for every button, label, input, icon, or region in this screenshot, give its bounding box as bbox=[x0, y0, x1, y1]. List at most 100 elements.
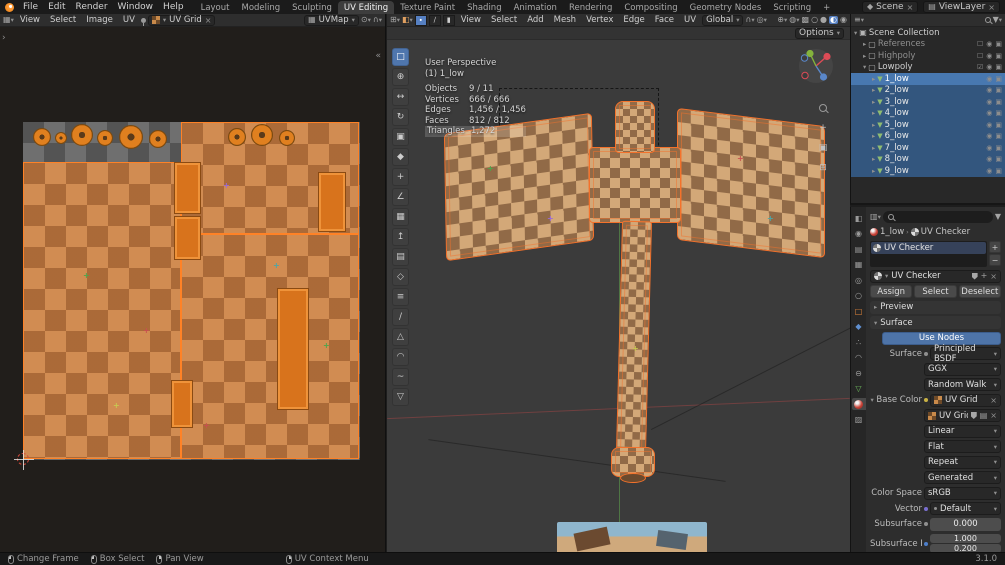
hide-eye-icon[interactable]: ◉ bbox=[986, 52, 992, 60]
hammer-top-cap[interactable] bbox=[615, 101, 655, 153]
uv-island[interactable] bbox=[23, 162, 181, 459]
sidebar-expand-icon[interactable]: « bbox=[375, 51, 381, 61]
uv-menu-image[interactable]: Image bbox=[82, 15, 117, 25]
tool-inset-faces[interactable]: ▤ bbox=[392, 248, 409, 266]
unlink-material-icon[interactable]: × bbox=[990, 272, 997, 281]
vector-dropdown[interactable]: Default ▾ bbox=[930, 502, 1001, 515]
workspace-tab-shading[interactable]: Shading bbox=[461, 1, 508, 14]
tab-render[interactable]: ◉ bbox=[852, 228, 866, 240]
camera-visibility-icon[interactable]: ▣ bbox=[995, 52, 1002, 60]
hide-eye-icon[interactable]: ◉ bbox=[986, 86, 992, 94]
expander-icon[interactable]: ▸ bbox=[872, 98, 875, 106]
open-image-icon[interactable]: ▤ bbox=[980, 412, 988, 420]
breadcrumb-material[interactable]: UV Checker bbox=[921, 227, 970, 237]
uv-gear-island[interactable] bbox=[119, 125, 143, 149]
menu-window[interactable]: Window bbox=[113, 0, 159, 14]
menu-file[interactable]: File bbox=[18, 0, 43, 14]
outliner-row-object[interactable]: ▸ ▼ 4_low ◉▣ bbox=[851, 108, 1005, 120]
pin-image-icon[interactable] bbox=[141, 18, 146, 23]
workspace-tab-scripting[interactable]: Scripting bbox=[767, 1, 817, 14]
hammer-model[interactable]: + + + + + bbox=[437, 95, 827, 515]
view-layer-selector[interactable]: ▤ ViewLayer × bbox=[923, 1, 1000, 13]
show-overlays-icon[interactable]: ◍▾ bbox=[789, 16, 799, 24]
uv-gear-island[interactable] bbox=[228, 128, 246, 146]
uv-gear-island[interactable] bbox=[251, 124, 273, 146]
workspace-tab-rendering[interactable]: Rendering bbox=[563, 1, 618, 14]
tool-poly-build[interactable]: △ bbox=[392, 328, 409, 346]
shading-solid-icon[interactable]: ● bbox=[820, 16, 827, 24]
camera-visibility-icon[interactable]: ▣ bbox=[995, 144, 1002, 152]
vp-menu-face[interactable]: Face bbox=[651, 15, 678, 25]
extension-dropdown[interactable]: Repeat ▾ bbox=[924, 456, 1001, 469]
camera-visibility-icon[interactable]: ▣ bbox=[995, 86, 1002, 94]
subsurface-method-dropdown[interactable]: Random Walk ▾ bbox=[924, 378, 1001, 391]
tab-scene[interactable]: ◎ bbox=[852, 274, 866, 286]
surface-panel-header[interactable]: ▾ Surface bbox=[870, 316, 1001, 329]
tool-select-box[interactable]: □ bbox=[392, 48, 409, 66]
image-browse-arrow-icon[interactable]: ▾ bbox=[163, 16, 166, 24]
pivot-point-icon[interactable]: ⊙▾ bbox=[361, 16, 371, 24]
material-slot-row[interactable]: UV Checker bbox=[871, 242, 986, 254]
hide-eye-icon[interactable]: ◉ bbox=[986, 144, 992, 152]
transform-orientation-selector[interactable]: Global ▾ bbox=[702, 15, 743, 26]
menu-render[interactable]: Render bbox=[71, 0, 113, 14]
vp-menu-add[interactable]: Add bbox=[523, 15, 547, 25]
remove-slot-button[interactable]: − bbox=[989, 254, 1001, 266]
outliner-row-object[interactable]: ▸ ▼ 1_low ◉▣ bbox=[851, 73, 1005, 85]
material-datablock[interactable]: ▾ UV Checker + × bbox=[870, 270, 1001, 283]
tab-tool[interactable]: ◧ bbox=[852, 212, 866, 224]
outliner-row-object[interactable]: ▸ ▼ 9_low ◉▣ bbox=[851, 165, 1005, 177]
add-slot-button[interactable]: + bbox=[989, 241, 1001, 253]
uv-selected-island[interactable] bbox=[174, 216, 201, 260]
workspace-tab-uv-editing[interactable]: UV Editing bbox=[338, 1, 394, 14]
tool-scale[interactable]: ▣ bbox=[392, 128, 409, 146]
edit-mode-icon[interactable]: ◧▾ bbox=[402, 16, 413, 24]
workspace-tab-add[interactable]: + bbox=[817, 1, 836, 14]
tool-bevel[interactable]: ◇ bbox=[392, 268, 409, 286]
tool-cursor[interactable]: ⊕ bbox=[392, 68, 409, 86]
tab-object-data[interactable]: ▽ bbox=[852, 383, 866, 395]
uv-editor-canvas[interactable]: › « bbox=[0, 27, 385, 552]
reference-image[interactable] bbox=[557, 522, 707, 552]
camera-visibility-icon[interactable]: ▣ bbox=[995, 109, 1002, 117]
radius-y-slider[interactable]: 0.200 bbox=[930, 544, 1001, 552]
tab-texture[interactable]: ▨ bbox=[852, 414, 866, 426]
distribution-dropdown[interactable]: GGX ▾ bbox=[924, 363, 1001, 376]
snap-magnet-icon[interactable]: ∩▾ bbox=[745, 16, 754, 24]
image-datablock-field[interactable]: UV Grid ▤ × bbox=[924, 409, 1001, 422]
vp-menu-uv[interactable]: UV bbox=[680, 15, 700, 25]
uv-map-selector[interactable]: ▦ UVMap ▾ bbox=[304, 15, 359, 26]
hide-eye-icon[interactable]: ◉ bbox=[986, 63, 992, 71]
hide-eye-icon[interactable]: ◉ bbox=[986, 167, 992, 175]
proportional-editing-icon[interactable]: ◎▾ bbox=[757, 16, 767, 24]
show-gizmo-icon[interactable]: ⊕▾ bbox=[777, 16, 787, 24]
hide-eye-icon[interactable]: ◉ bbox=[986, 121, 992, 129]
interpolation-dropdown[interactable]: Linear ▾ bbox=[924, 425, 1001, 438]
expander-icon[interactable]: ▸ bbox=[872, 86, 875, 94]
workspace-tab-animation[interactable]: Animation bbox=[508, 1, 563, 14]
uv-gear-island[interactable] bbox=[279, 130, 295, 146]
base-color-texture-field[interactable]: UV Grid × bbox=[930, 394, 1001, 407]
viewport-canvas[interactable]: □ ⊕ ↔ ↻ ▣ ◆ + ∠ ▦ ↥ ▤ ◇ ≡ ∕ △ ◠ ~ ▽ bbox=[387, 40, 850, 552]
scene-unlink-icon[interactable]: × bbox=[907, 3, 914, 12]
outliner-search-icon[interactable] bbox=[985, 17, 991, 23]
edge-select-mode-button[interactable]: ∕ bbox=[429, 15, 441, 26]
vp-menu-select[interactable]: Select bbox=[487, 15, 521, 25]
uv-2d-cursor[interactable] bbox=[17, 453, 29, 465]
hide-eye-icon[interactable]: ◉ bbox=[986, 98, 992, 106]
hammer-head-right[interactable] bbox=[677, 108, 825, 258]
image-datablock-selector[interactable]: ▾ UV Grid × bbox=[148, 15, 216, 26]
expander-icon[interactable]: ▸ bbox=[863, 40, 866, 48]
uv-gear-island[interactable] bbox=[55, 132, 67, 144]
outliner-row-object[interactable]: ▸ ▼ 2_low ◉▣ bbox=[851, 85, 1005, 97]
uv-editor-type-icon[interactable]: ▦▾ bbox=[3, 16, 14, 24]
hide-eye-icon[interactable]: ◉ bbox=[986, 155, 992, 163]
uv-texture-image[interactable]: + + + + + + + bbox=[23, 122, 360, 460]
toggle-xray-icon[interactable]: ▩ bbox=[802, 16, 810, 24]
outliner-row-object[interactable]: ▸ ▼ 8_low ◉▣ bbox=[851, 154, 1005, 166]
tab-particles[interactable]: ∴ bbox=[852, 336, 866, 348]
image-name[interactable]: UV Grid bbox=[939, 411, 968, 421]
navigation-gizmo[interactable] bbox=[798, 48, 834, 84]
uv-selected-island[interactable] bbox=[174, 162, 201, 214]
tool-add-cube[interactable]: ▦ bbox=[392, 208, 409, 226]
